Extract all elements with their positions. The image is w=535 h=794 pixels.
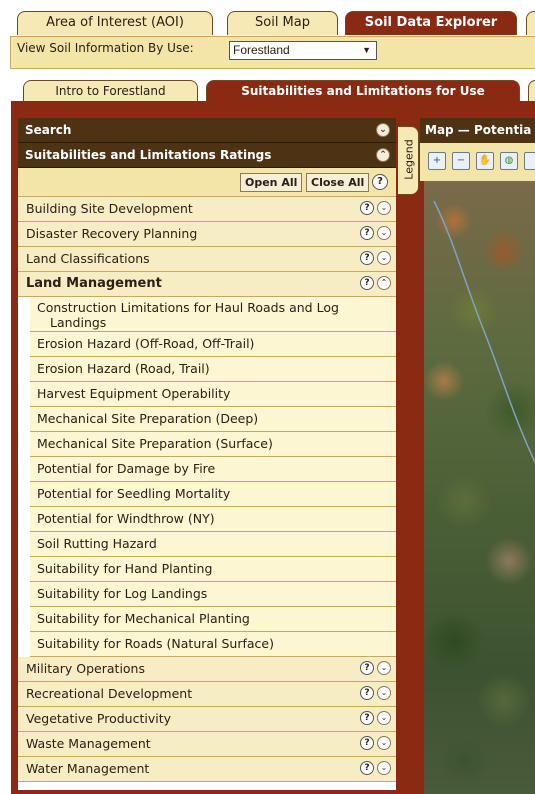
help-icon[interactable]: ? [360, 711, 374, 725]
globe-icon[interactable]: ◍ [500, 152, 518, 170]
help-icon[interactable]: ? [360, 736, 374, 750]
collapse-icon[interactable]: ⌃ [376, 148, 390, 162]
expand-icon[interactable]: ⌄ [377, 226, 391, 240]
rating-item[interactable]: Potential for Windthrow (NY) [30, 507, 396, 532]
map-toolbar: + − ✋ ◍ [420, 143, 535, 181]
legend-label: Legend [402, 139, 416, 180]
zoom-in-icon[interactable]: + [428, 152, 446, 170]
rating-item[interactable]: Suitability for Roads (Natural Surface) [30, 632, 396, 657]
rating-item[interactable]: Mechanical Site Preparation (Surface) [30, 432, 396, 457]
rating-item[interactable]: Suitability for Hand Planting [30, 557, 396, 582]
rating-item[interactable]: Suitability for Log Landings [30, 582, 396, 607]
rating-item-label: Construction Limitations for Haul Roads … [37, 300, 339, 315]
category-row[interactable]: Vegetative Productivity ? ⌄ [18, 707, 396, 732]
category-row[interactable]: Waste Management ? ⌄ [18, 732, 396, 757]
expand-icon[interactable]: ⌄ [377, 711, 391, 725]
category-row[interactable]: Military Operations ? ⌄ [18, 657, 396, 682]
help-icon[interactable]: ? [372, 174, 388, 190]
tab-overflow[interactable] [526, 11, 535, 35]
category-label: Land Management [26, 276, 162, 291]
tab-soil-data-explorer[interactable]: Soil Data Explorer [345, 11, 517, 35]
close-all-button[interactable]: Close All [306, 173, 370, 192]
expand-icon[interactable]: ⌄ [377, 661, 391, 675]
use-select[interactable]: Forestland ▼ [229, 41, 377, 60]
more-tools-icon[interactable] [524, 152, 535, 170]
expand-icon[interactable]: ⌄ [377, 251, 391, 265]
category-row[interactable]: Recreational Development ? ⌄ [18, 682, 396, 707]
legend-tab[interactable]: Legend [398, 126, 419, 195]
rating-item[interactable]: Harvest Equipment Operability [30, 382, 396, 407]
expand-icon[interactable]: ⌄ [377, 201, 391, 215]
help-icon[interactable]: ? [360, 251, 374, 265]
category-label: Vegetative Productivity [26, 711, 171, 726]
help-icon[interactable]: ? [360, 226, 374, 240]
tab-overflow-sub[interactable] [528, 80, 535, 102]
tab-intro-to-forestland[interactable]: Intro to Forestland [23, 80, 198, 102]
rating-item[interactable]: Suitability for Mechanical Planting [30, 607, 396, 632]
search-title: Search [25, 123, 72, 137]
rating-item[interactable]: Mechanical Site Preparation (Deep) [30, 407, 396, 432]
category-label: Military Operations [26, 661, 145, 676]
rating-item[interactable]: Potential for Damage by Fire [30, 457, 396, 482]
help-icon[interactable]: ? [360, 276, 374, 290]
category-row[interactable]: Land Classifications ? ⌄ [18, 247, 396, 272]
rating-item[interactable]: Potential for Seedling Mortality [30, 482, 396, 507]
search-header[interactable]: Search ⌄ [18, 118, 396, 143]
road-line [433, 200, 535, 465]
category-label: Water Management [26, 761, 150, 776]
collapse-icon[interactable]: ⌃ [377, 276, 391, 290]
category-label: Land Classifications [26, 251, 150, 266]
help-icon[interactable]: ? [360, 201, 374, 215]
pan-icon[interactable]: ✋ [476, 152, 494, 170]
expand-icon[interactable]: ⌄ [377, 686, 391, 700]
map-header: Map — Potentia [420, 118, 535, 143]
ratings-toolbar: Open All Close All ? [18, 168, 396, 197]
left-panel: Search ⌄ Suitabilities and Limitations R… [18, 118, 396, 790]
category-row[interactable]: Water Management ? ⌄ [18, 757, 396, 782]
view-soil-information-bar: View Soil Information By Use: Forestland… [10, 36, 535, 69]
help-icon[interactable]: ? [360, 686, 374, 700]
rating-item[interactable]: Erosion Hazard (Road, Trail) [30, 357, 396, 382]
help-icon[interactable]: ? [360, 661, 374, 675]
category-row-land-management[interactable]: Land Management ? ⌃ [18, 272, 396, 297]
tab-area-of-interest[interactable]: Area of Interest (AOI) [17, 11, 213, 35]
use-select-value: Forestland [233, 43, 290, 57]
ratings-header[interactable]: Suitabilities and Limitations Ratings ⌃ [18, 143, 396, 168]
category-label: Building Site Development [26, 201, 193, 216]
view-by-label: View Soil Information By Use: [17, 41, 194, 55]
top-tab-bar: Area of Interest (AOI) Soil Map Soil Dat… [0, 0, 535, 36]
tab-suitabilities-and-limitations[interactable]: Suitabilities and Limitations for Use [206, 80, 520, 102]
zoom-out-icon[interactable]: − [452, 152, 470, 170]
expand-icon[interactable]: ⌄ [377, 761, 391, 775]
rating-item[interactable]: Erosion Hazard (Off-Road, Off-Trail) [30, 332, 396, 357]
open-all-button[interactable]: Open All [240, 173, 303, 192]
dropdown-arrow-icon: ▼ [362, 45, 371, 55]
rating-item[interactable]: Soil Rutting Hazard [30, 532, 396, 557]
category-row[interactable]: Disaster Recovery Planning ? ⌄ [18, 222, 396, 247]
rating-item-label: Landings [50, 315, 107, 330]
category-row[interactable]: Building Site Development ? ⌄ [18, 197, 396, 222]
expand-icon[interactable]: ⌄ [376, 123, 390, 137]
category-label: Waste Management [26, 736, 151, 751]
map-title: Map — Potentia [425, 123, 532, 137]
help-icon[interactable]: ? [360, 761, 374, 775]
category-label: Recreational Development [26, 686, 193, 701]
tab-soil-map[interactable]: Soil Map [227, 11, 338, 35]
rating-item[interactable]: Construction Limitations for Haul Roads … [30, 297, 396, 332]
ratings-title: Suitabilities and Limitations Ratings [25, 148, 272, 162]
aerial-map[interactable] [424, 181, 535, 794]
expand-icon[interactable]: ⌄ [377, 736, 391, 750]
category-label: Disaster Recovery Planning [26, 226, 198, 241]
